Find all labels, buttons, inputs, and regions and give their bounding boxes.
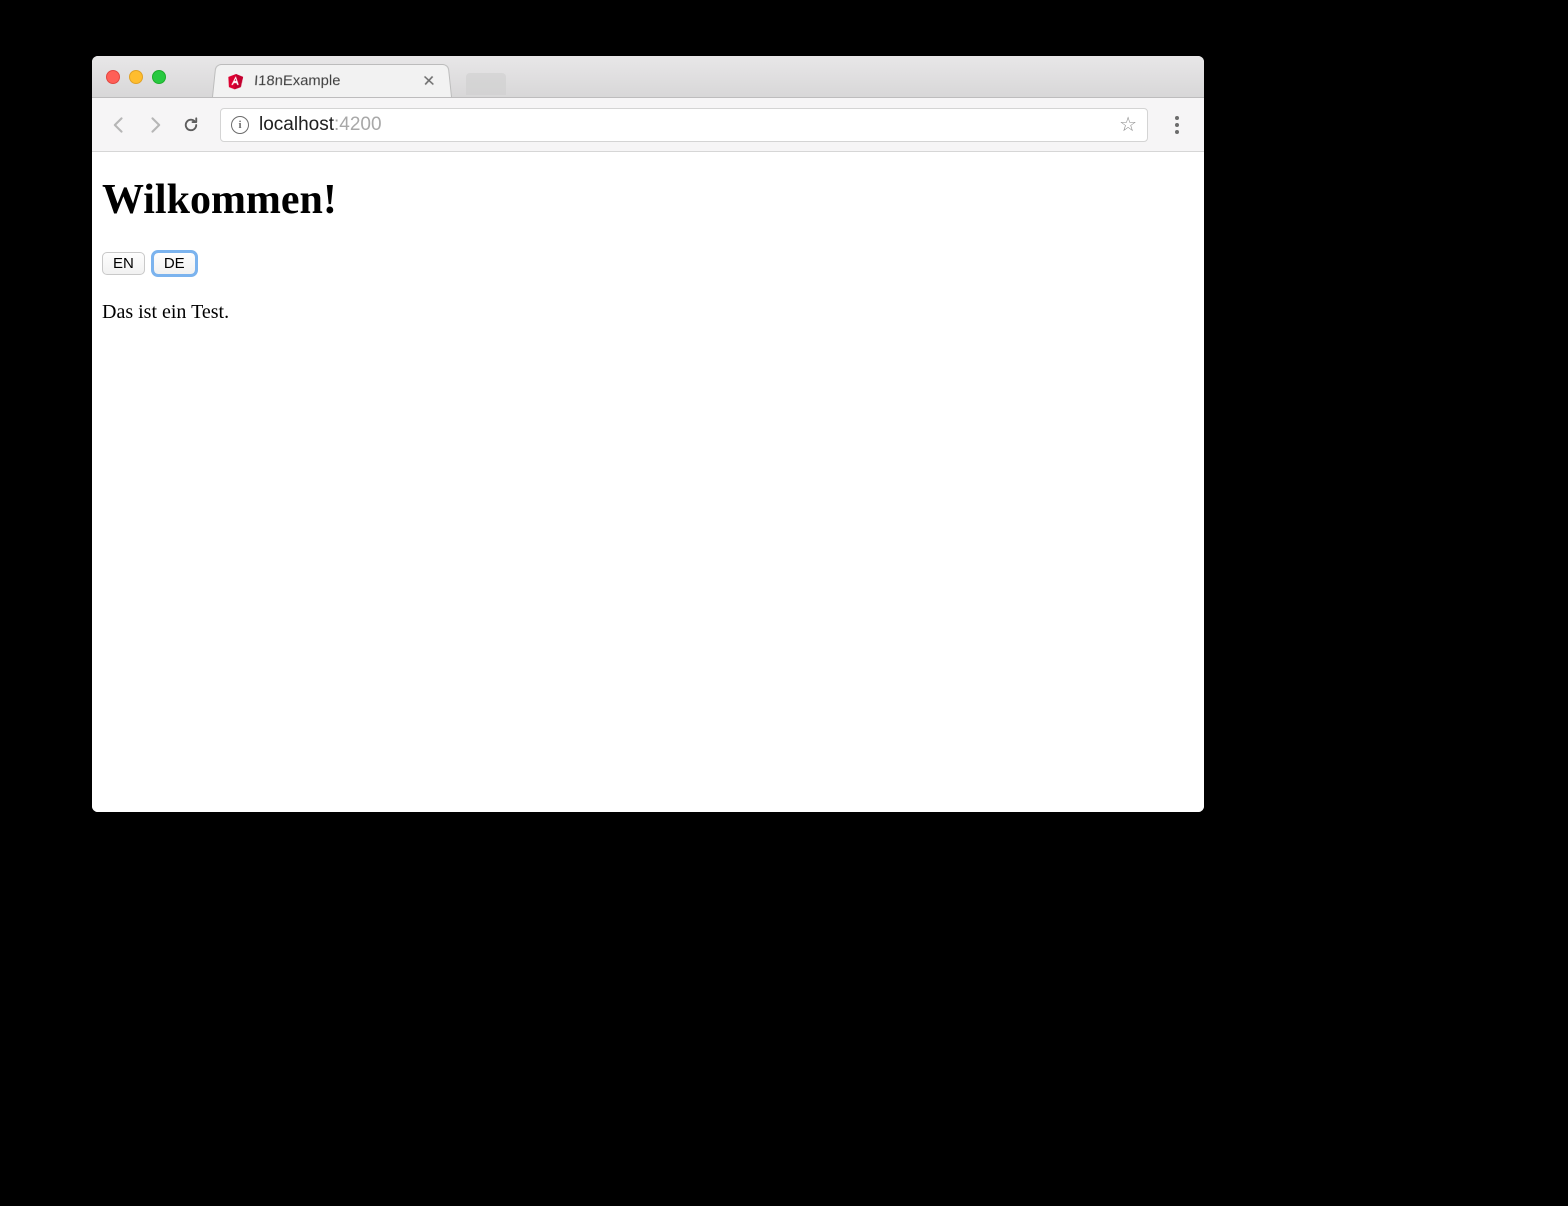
- site-info-icon[interactable]: i: [231, 116, 249, 134]
- tab-title: I18nExample: [254, 73, 411, 89]
- angular-favicon-icon: [226, 72, 245, 89]
- lang-de-button[interactable]: DE: [153, 252, 196, 275]
- tab-strip: I18nExample ✕: [92, 56, 1204, 98]
- page-viewport: Wilkommen! EN DE Das ist ein Test.: [92, 152, 1204, 812]
- browser-window: I18nExample ✕ i localhost:4200 ☆ Wilkomm…: [92, 56, 1204, 812]
- language-switcher: EN DE: [102, 252, 1194, 275]
- reload-button[interactable]: [176, 110, 206, 140]
- page-body-text: Das ist ein Test.: [102, 301, 1194, 324]
- url-text: localhost:4200: [259, 114, 382, 136]
- page-heading: Wilkommen!: [102, 176, 1194, 224]
- arrow-left-icon: [109, 115, 129, 135]
- browser-toolbar: i localhost:4200 ☆: [92, 98, 1204, 152]
- bookmark-star-icon[interactable]: ☆: [1119, 112, 1137, 137]
- close-tab-icon[interactable]: ✕: [420, 71, 439, 90]
- window-controls: [106, 70, 166, 84]
- url-port: :4200: [334, 114, 382, 135]
- forward-button[interactable]: [140, 110, 170, 140]
- lang-en-button[interactable]: EN: [102, 252, 145, 275]
- arrow-right-icon: [145, 115, 165, 135]
- maximize-window-button[interactable]: [152, 70, 166, 84]
- browser-menu-button[interactable]: [1162, 116, 1192, 134]
- back-button[interactable]: [104, 110, 134, 140]
- new-tab-button[interactable]: [466, 73, 506, 95]
- browser-tab[interactable]: I18nExample ✕: [212, 64, 452, 97]
- reload-icon: [182, 116, 200, 134]
- minimize-window-button[interactable]: [129, 70, 143, 84]
- url-host: localhost: [259, 114, 334, 135]
- close-window-button[interactable]: [106, 70, 120, 84]
- address-bar[interactable]: i localhost:4200 ☆: [220, 108, 1148, 142]
